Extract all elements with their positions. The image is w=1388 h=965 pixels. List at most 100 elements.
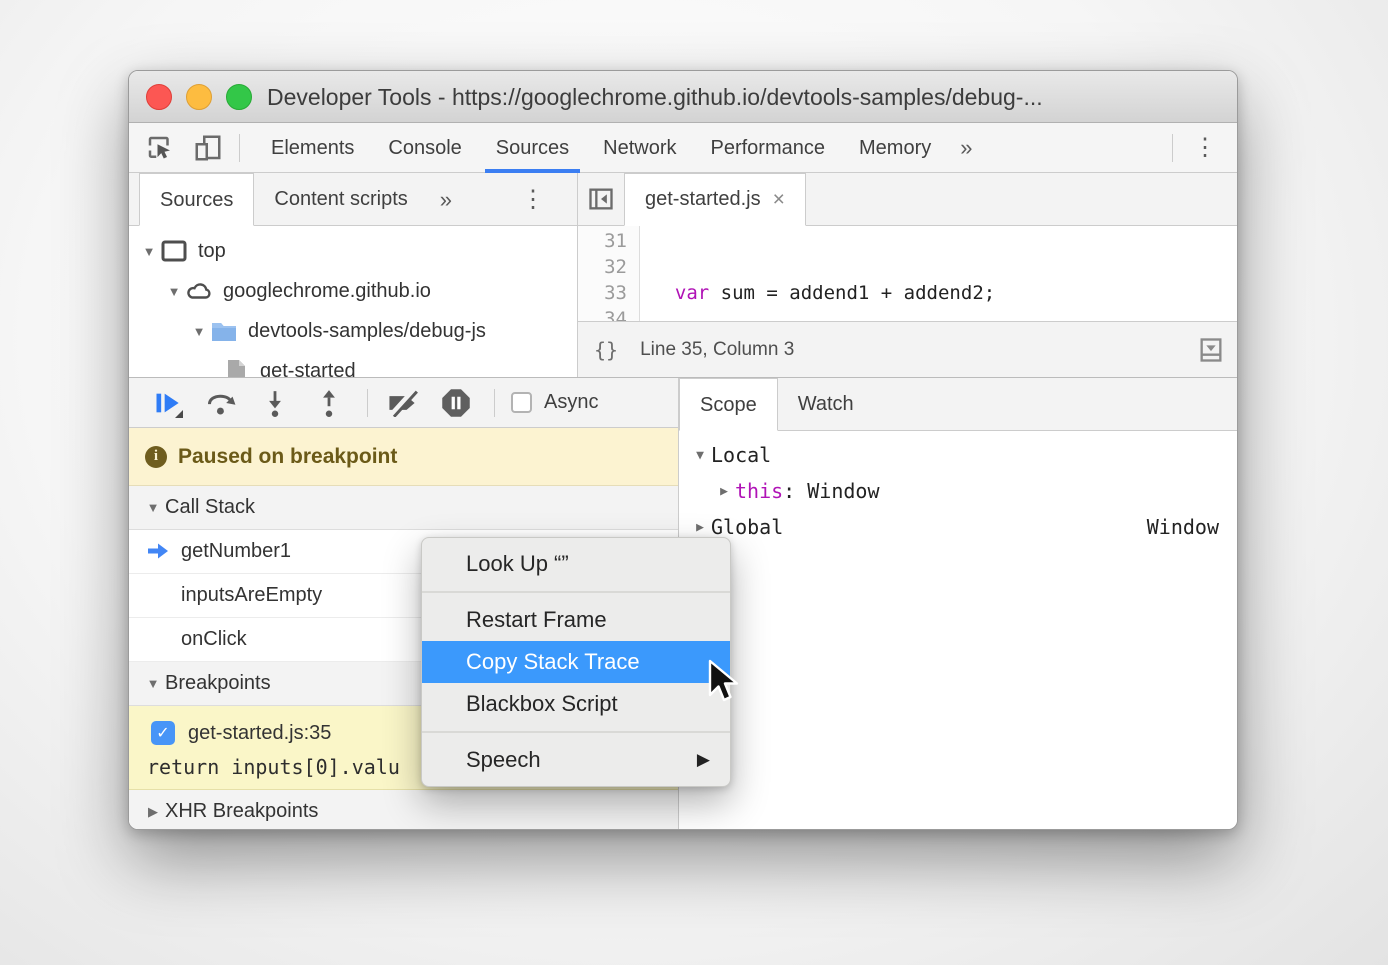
menu-item-copy-stack-trace[interactable]: Copy Stack Trace — [422, 641, 730, 683]
scope-local-label: Local — [711, 443, 771, 467]
deactivate-breakpoints-button[interactable] — [384, 385, 420, 421]
editor-status-bar: {} Line 35, Column 3 — [578, 321, 1237, 377]
tree-item-label: top — [198, 240, 226, 263]
breakpoints-title: Breakpoints — [165, 672, 271, 695]
step-out-button[interactable] — [311, 385, 347, 421]
tree-item-folder[interactable]: ▼ devtools-samples/debug-js — [129, 311, 577, 351]
disclosure-open-icon[interactable]: ▼ — [689, 448, 711, 463]
toolbar-divider — [367, 389, 368, 417]
zoom-window-button[interactable] — [226, 84, 252, 110]
tree-item-label: googlechrome.github.io — [223, 280, 431, 303]
scope-tab-strip: Scope Watch — [679, 378, 1237, 431]
resume-button[interactable] — [149, 385, 185, 421]
menu-separator — [422, 591, 730, 593]
disclosure-closed-icon: ▶ — [141, 804, 165, 820]
step-into-button[interactable] — [257, 385, 293, 421]
device-toolbar-icon — [193, 133, 223, 163]
scope-local-row[interactable]: ▼ Local — [679, 437, 1237, 473]
scope-global-row[interactable]: ▶ Global Window — [679, 509, 1237, 545]
stack-frame-label: inputsAreEmpty — [181, 584, 322, 607]
menu-item-restart-frame[interactable]: Restart Frame — [422, 599, 730, 641]
pretty-print-button[interactable]: {} — [594, 338, 618, 362]
titlebar[interactable]: Developer Tools - https://googlechrome.g… — [129, 71, 1237, 123]
current-frame-icon — [146, 542, 172, 562]
menu-item-look-up[interactable]: Look Up “” — [422, 543, 730, 585]
stack-frame-label: onClick — [181, 628, 247, 651]
file-tab-label: get-started.js — [645, 173, 761, 226]
menu-separator — [422, 731, 730, 733]
disclosure-open-icon[interactable]: ▼ — [164, 284, 184, 299]
context-menu: Look Up “” Restart Frame Copy Stack Trac… — [421, 537, 731, 787]
tab-elements[interactable]: Elements — [254, 123, 371, 173]
line-number: 33 — [578, 280, 627, 306]
close-window-button[interactable] — [146, 84, 172, 110]
scope-this-value: Window — [807, 479, 879, 503]
inspect-cursor-icon — [145, 133, 175, 163]
tree-item-top[interactable]: ▼ top — [129, 231, 577, 271]
disclosure-open-icon: ▼ — [141, 676, 165, 691]
disclosure-open-icon: ▼ — [141, 500, 165, 515]
scope-pane: Scope Watch ▼ Local ▶ this: Window ▶ Glo… — [679, 378, 1237, 829]
tree-item-label: devtools-samples/debug-js — [248, 320, 486, 343]
expand-status-button[interactable] — [1197, 336, 1225, 364]
device-toolbar-button[interactable] — [191, 131, 225, 165]
editor-tab-strip: get-started.js × — [578, 173, 1237, 226]
disclosure-closed-icon[interactable]: ▶ — [713, 484, 735, 499]
main-menu-button[interactable]: ⋮ — [1187, 133, 1223, 162]
deactivate-breakpoints-icon — [386, 389, 418, 417]
tab-performance[interactable]: Performance — [694, 123, 843, 173]
navigator-tab-strip: Sources Content scripts » ⋮ — [129, 173, 577, 226]
debugger-toolbar: Async — [129, 378, 678, 428]
code-editor[interactable]: 31 32 33 34 var sum = addend1 + addend2;… — [578, 226, 1237, 321]
editor-pane: get-started.js × 31 32 33 34 var sum = a… — [578, 173, 1237, 377]
close-tab-icon[interactable]: × — [773, 173, 785, 226]
menu-item-speech[interactable]: Speech ▶ — [422, 739, 730, 781]
tab-watch[interactable]: Watch — [778, 378, 874, 431]
tab-scope[interactable]: Scope — [679, 378, 778, 431]
tab-console[interactable]: Console — [371, 123, 478, 173]
tab-sources-files[interactable]: Sources — [139, 173, 254, 226]
line-number: 32 — [578, 254, 627, 280]
frame-indent — [146, 630, 172, 650]
window-title: Developer Tools - https://googlechrome.g… — [267, 71, 1217, 123]
toolbar-divider — [1172, 134, 1173, 162]
tab-content-scripts[interactable]: Content scripts — [254, 173, 427, 226]
xhr-breakpoints-header[interactable]: ▶ XHR Breakpoints — [129, 790, 678, 830]
submenu-arrow-icon: ▶ — [697, 739, 710, 781]
scope-global-value: Window — [1147, 515, 1237, 539]
disclosure-closed-icon[interactable]: ▶ — [689, 520, 711, 535]
inspect-element-button[interactable] — [143, 131, 177, 165]
file-navigator-pane: Sources Content scripts » ⋮ ▼ top ▼ — [129, 173, 578, 377]
tree-item-domain[interactable]: ▼ googlechrome.github.io — [129, 271, 577, 311]
scope-this-row[interactable]: ▶ this: Window — [679, 473, 1237, 509]
disclosure-open-icon[interactable]: ▼ — [189, 324, 209, 339]
async-label: Async — [544, 391, 598, 414]
xhr-breakpoints-title: XHR Breakpoints — [165, 800, 318, 823]
more-tabs-button[interactable]: » — [948, 135, 984, 161]
navigator-menu-button[interactable]: ⋮ — [515, 173, 551, 225]
call-stack-header[interactable]: ▼ Call Stack — [129, 486, 678, 530]
frame-indent — [146, 586, 172, 606]
more-navigator-tabs-button[interactable]: » — [428, 173, 464, 225]
tab-network[interactable]: Network — [586, 123, 693, 173]
collapse-sidebar-button[interactable] — [578, 173, 624, 225]
pause-on-exceptions-button[interactable] — [438, 385, 474, 421]
folder-icon — [209, 319, 239, 343]
breakpoint-checkbox[interactable]: ✓ — [151, 721, 175, 745]
file-tree: ▼ top ▼ googlechrome.github.io ▼ — [129, 226, 577, 391]
menu-item-blackbox-script[interactable]: Blackbox Script — [422, 683, 730, 725]
tab-memory[interactable]: Memory — [842, 123, 948, 173]
minimize-window-button[interactable] — [186, 84, 212, 110]
line-number: 34 — [578, 306, 627, 321]
tab-file-get-started[interactable]: get-started.js × — [624, 173, 806, 226]
paused-message: Paused on breakpoint — [178, 445, 397, 469]
async-checkbox[interactable] — [511, 392, 532, 413]
menu-item-speech-label: Speech — [466, 747, 541, 772]
devtools-main-toolbar: Elements Console Sources Network Perform… — [129, 123, 1237, 173]
tab-sources[interactable]: Sources — [479, 123, 586, 173]
sources-upper-area: Sources Content scripts » ⋮ ▼ top ▼ — [129, 173, 1237, 377]
pause-on-exceptions-icon — [441, 388, 471, 418]
step-over-button[interactable] — [203, 385, 239, 421]
breakpoint-location-label: get-started.js:35 — [188, 722, 331, 745]
disclosure-open-icon[interactable]: ▼ — [139, 244, 159, 259]
